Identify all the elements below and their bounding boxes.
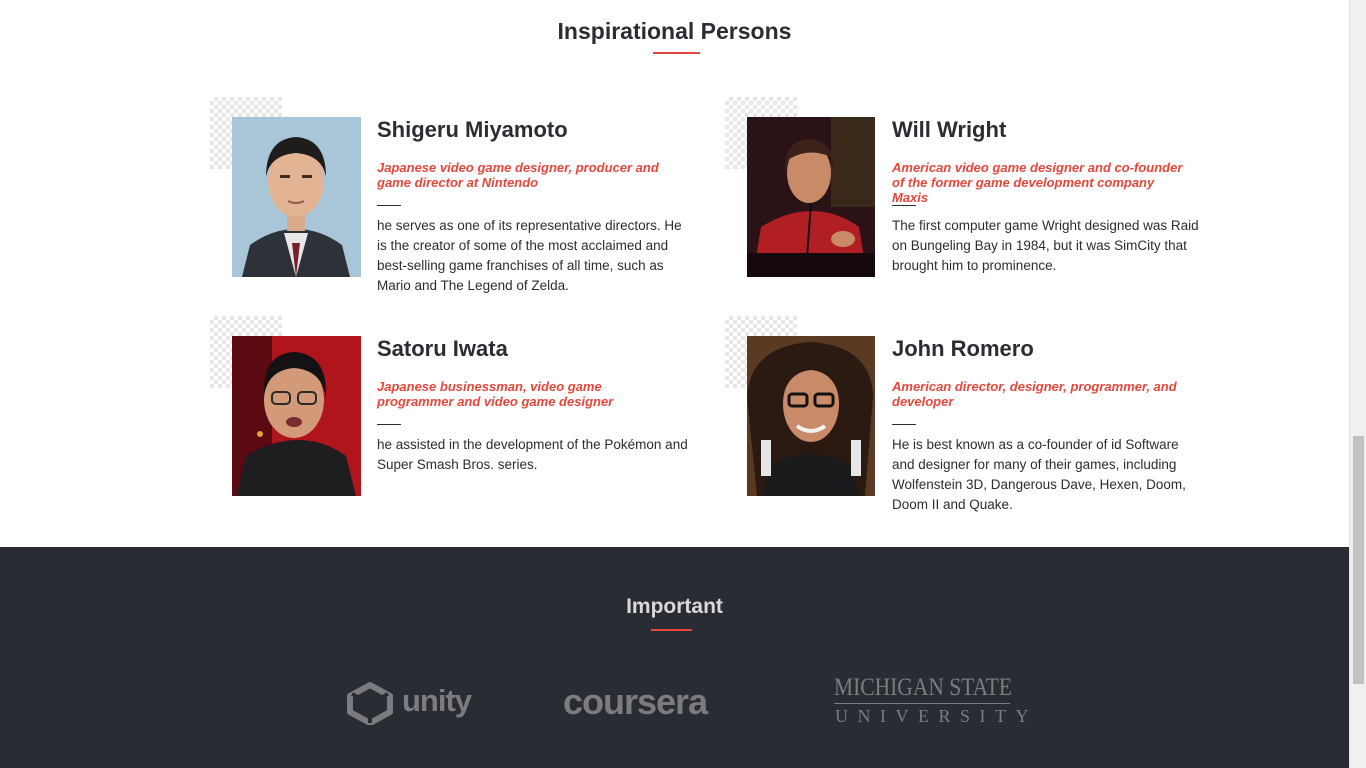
person-photo xyxy=(747,117,876,277)
title-underline xyxy=(653,52,700,54)
person-role: Japanese video game designer, producer a… xyxy=(377,160,659,190)
person-description: The first computer game Wright designed … xyxy=(892,218,1199,273)
scrollbar-thumb[interactable] xyxy=(1353,436,1364,684)
vertical-scrollbar[interactable] xyxy=(1349,0,1366,768)
person-card: Will Wright American video game designer… xyxy=(725,97,1205,307)
person-role: American director, designer, programmer,… xyxy=(892,379,1177,409)
person-name: Shigeru Miyamoto xyxy=(377,117,568,142)
person-name: John Romero xyxy=(892,336,1034,361)
divider xyxy=(377,424,401,425)
person-description: he assisted in the development of the Po… xyxy=(377,437,688,472)
person-role: Japanese businessman, video game program… xyxy=(377,379,614,409)
msu-logo[interactable]: MICHIGAN STATE UNIVERSITY xyxy=(834,674,1029,730)
title-underline xyxy=(651,629,692,631)
divider xyxy=(892,424,916,425)
person-role: American video game designer and co-foun… xyxy=(892,160,1183,205)
coursera-logo[interactable]: coursera xyxy=(563,681,759,722)
person-card: John Romero American director, designer,… xyxy=(725,316,1205,526)
msu-logo-rule xyxy=(834,703,1010,704)
unity-logo-text: unity xyxy=(402,683,472,718)
person-photo xyxy=(232,336,361,496)
person-description: He is best known as a co-founder of id S… xyxy=(892,437,1186,512)
divider xyxy=(892,205,916,206)
coursera-logo-text: coursera xyxy=(563,681,708,722)
person-photo xyxy=(747,336,876,496)
person-name: Satoru Iwata xyxy=(377,336,508,361)
person-card: Satoru Iwata Japanese businessman, video… xyxy=(210,316,690,526)
unity-logo[interactable]: unity xyxy=(344,681,484,725)
page: Inspirational Persons Shigeru Miyamoto J… xyxy=(0,0,1349,768)
msu-logo-line1: MICHIGAN STATE xyxy=(834,674,1013,701)
section-title-important: Important xyxy=(626,595,723,618)
person-description: he serves as one of its representative d… xyxy=(377,218,682,293)
person-photo xyxy=(232,117,361,277)
msu-logo-line2: UNIVERSITY xyxy=(835,706,1038,726)
person-name: Will Wright xyxy=(892,117,1007,142)
person-card: Shigeru Miyamoto Japanese video game des… xyxy=(210,97,690,307)
unity-logo-icon xyxy=(347,682,393,725)
divider xyxy=(377,205,401,206)
section-title-inspirational: Inspirational Persons xyxy=(557,18,792,44)
important-section: Important unity coursera MICHIGAN STATE xyxy=(0,547,1349,768)
